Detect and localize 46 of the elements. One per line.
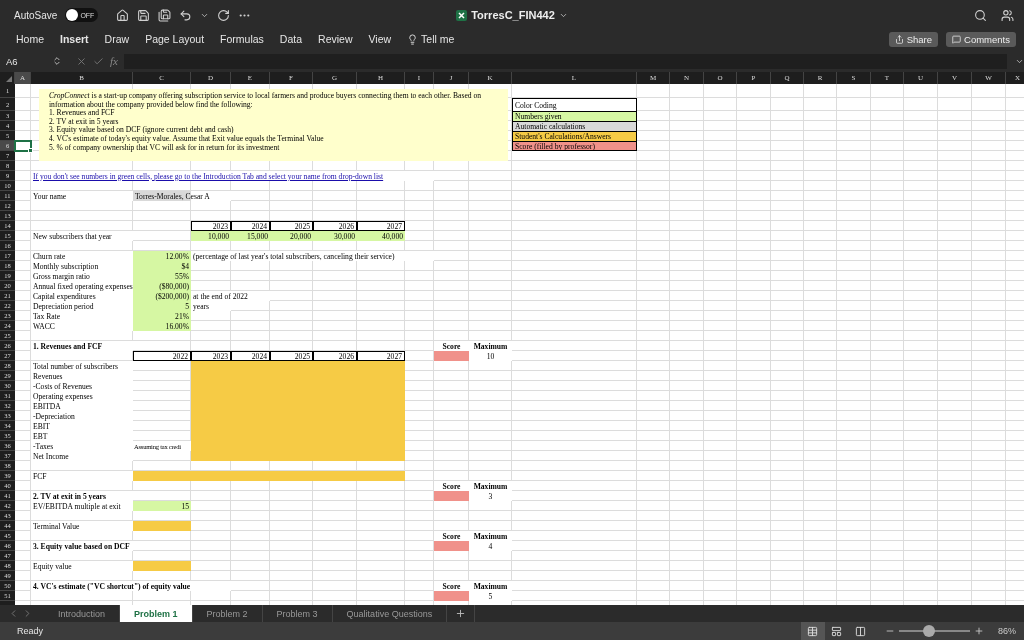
stepper-icon[interactable] [52, 56, 62, 66]
ribbon-tab[interactable]: Review [310, 33, 361, 45]
zoom-in-icon[interactable] [974, 626, 984, 636]
answer-cell [133, 561, 191, 571]
undo-icon[interactable] [179, 8, 193, 22]
view-icon [855, 625, 867, 637]
score-cell [434, 591, 469, 601]
share-button[interactable]: Share [888, 31, 939, 47]
name-box[interactable]: A6 [6, 55, 46, 67]
search-icon[interactable] [974, 8, 987, 22]
save-icon[interactable] [137, 8, 151, 22]
ribbon-tab[interactable]: Formulas [212, 33, 272, 45]
score-cell [434, 491, 469, 501]
answer-cell [133, 521, 191, 531]
ribbon-tab[interactable]: Home [8, 33, 52, 45]
cancel-icon[interactable] [76, 55, 87, 67]
autosave-label: AutoSave [14, 9, 58, 21]
view-icon [807, 625, 819, 637]
ribbon-tab[interactable]: Insert [52, 33, 97, 45]
function-button[interactable]: fx [110, 55, 118, 67]
share-icon [894, 34, 904, 44]
score-cell [434, 541, 469, 551]
zoom-level: 86% [998, 626, 1016, 636]
file-icon [456, 9, 468, 21]
slider-thumb[interactable] [922, 625, 935, 637]
window-title: TorresC_FIN442 [471, 9, 555, 21]
ribbon-tab[interactable]: Page Layout [137, 33, 213, 45]
lightbulb-icon [407, 33, 419, 45]
comments-button[interactable]: Comments [946, 31, 1016, 47]
status-text: Ready [17, 626, 43, 636]
ribbon-tab[interactable]: Data [271, 33, 311, 45]
ribbon-tab[interactable]: View [360, 33, 400, 45]
sheet-tab[interactable]: Problem 1 [120, 605, 193, 622]
save-all-icon[interactable] [158, 8, 172, 22]
people-icon[interactable] [1001, 8, 1014, 22]
redo-icon[interactable] [217, 8, 231, 22]
tell-me-button[interactable]: Tell me [399, 33, 463, 45]
view-icon [831, 625, 843, 637]
ribbon-tab[interactable]: Draw [96, 33, 138, 45]
plus-icon [455, 608, 467, 619]
normal-view-button[interactable] [801, 622, 825, 640]
check-icon[interactable] [93, 55, 104, 67]
selected-cell[interactable] [14, 140, 32, 152]
score-cell [434, 351, 469, 361]
comment-icon [952, 34, 962, 44]
home-icon[interactable] [116, 8, 130, 22]
